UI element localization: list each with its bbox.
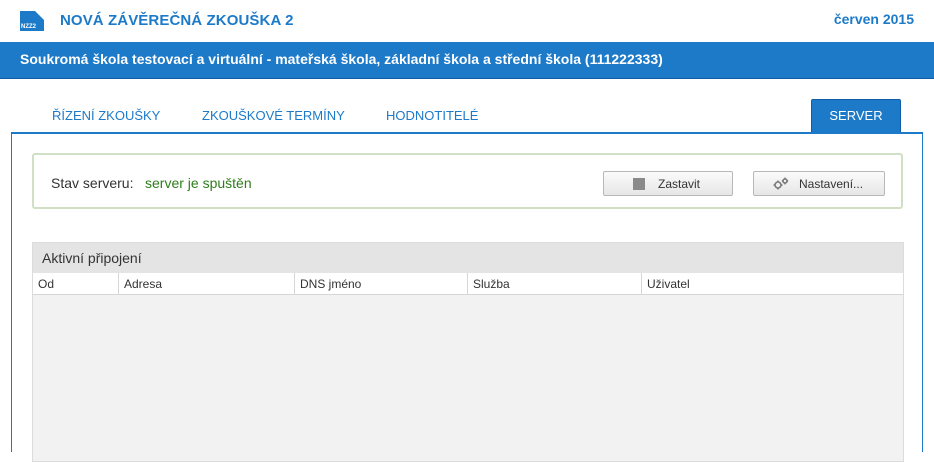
column-header-from[interactable]: Od: [33, 273, 119, 294]
server-panel: Stav serveru: server je spuštěn Zastavit: [11, 132, 923, 462]
stop-button-label: Zastavit: [658, 177, 701, 191]
logo-text: NZZ2: [21, 24, 36, 30]
server-status-box: Stav serveru: server je spuštěn Zastavit: [32, 153, 903, 209]
main-tabs: ŘÍZENÍ ZKOUŠKY ZKOUŠKOVÉ TERMÍNY HODNOTI…: [0, 98, 934, 132]
tab-exam-dates[interactable]: ZKOUŠKOVÉ TERMÍNY: [202, 98, 345, 132]
server-status-label: Stav serveru:: [51, 175, 134, 191]
active-connections-header: Aktivní připojení: [33, 243, 903, 273]
stop-server-button[interactable]: Zastavit: [603, 171, 733, 196]
column-header-service[interactable]: Služba: [468, 273, 642, 294]
server-status-value: server je spuštěn: [145, 175, 252, 191]
column-header-dns-name[interactable]: DNS jméno: [295, 273, 468, 294]
server-settings-button[interactable]: Nastavení...: [753, 171, 885, 196]
settings-button-label: Nastavení...: [799, 177, 864, 191]
tab-exam-control[interactable]: ŘÍZENÍ ZKOUŠKY: [52, 98, 160, 132]
tab-server[interactable]: SERVER: [811, 99, 901, 132]
tab-evaluators[interactable]: HODNOTITELÉ: [386, 98, 478, 132]
app-title: NOVÁ ZÁVĚREČNÁ ZKOUŠKA 2: [60, 12, 294, 29]
app-logo: NZZ2: [20, 11, 44, 31]
column-header-address[interactable]: Adresa: [119, 273, 295, 294]
gears-icon: [772, 176, 790, 192]
school-name: Soukromá škola testovací a virtuální - m…: [20, 51, 663, 67]
school-bar: Soukromá škola testovací a virtuální - m…: [0, 42, 934, 79]
active-connections-table: Aktivní připojení Od Adresa DNS jméno Sl…: [32, 242, 904, 462]
active-connections-title: Aktivní připojení: [42, 250, 142, 266]
top-bar: NZZ2 NOVÁ ZÁVĚREČNÁ ZKOUŠKA 2 červen 201…: [0, 0, 934, 42]
column-header-user[interactable]: Uživatel: [642, 273, 904, 294]
stop-icon: [633, 178, 645, 190]
exam-period: červen 2015: [833, 11, 914, 27]
table-column-headers: Od Adresa DNS jméno Služba Uživatel: [33, 273, 903, 295]
